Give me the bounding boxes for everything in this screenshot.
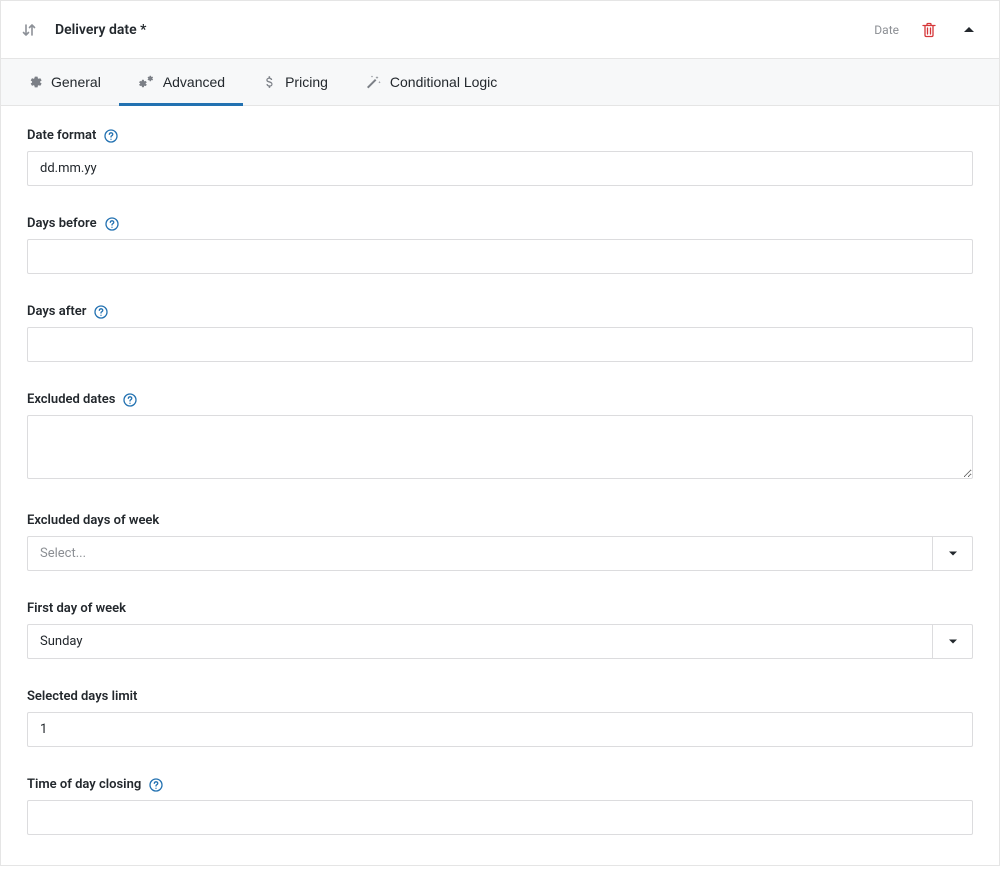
help-icon[interactable]: [94, 305, 108, 319]
field-label: Excluded dates: [27, 392, 115, 407]
field-label: First day of week: [27, 601, 126, 616]
field-label: Days before: [27, 216, 97, 231]
tab-label: General: [51, 74, 101, 90]
chevron-down-icon: [932, 537, 972, 570]
excluded-days-select[interactable]: Select...: [27, 536, 973, 571]
tab-conditional-logic[interactable]: Conditional Logic: [346, 59, 515, 105]
field-first-day-of-week: First day of week Sunday: [27, 601, 973, 659]
field-days-before: Days before: [27, 216, 973, 274]
excluded-dates-input[interactable]: [27, 415, 973, 479]
field-excluded-dates: Excluded dates: [27, 392, 973, 483]
field-time-of-day-closing: Time of day closing: [27, 777, 973, 835]
field-excluded-days-of-week: Excluded days of week Select...: [27, 513, 973, 571]
panel-content: Date format Days before Days after: [1, 106, 999, 865]
field-label: Time of day closing: [27, 777, 141, 792]
tab-advanced[interactable]: Advanced: [119, 59, 243, 105]
days-before-input[interactable]: [27, 239, 973, 274]
field-settings-panel: Delivery date * Date Gen: [0, 0, 1000, 866]
delete-button[interactable]: [917, 18, 941, 42]
field-title: Delivery date *: [55, 22, 146, 38]
tab-bar: General Advanced Pricing: [1, 58, 999, 106]
tab-pricing[interactable]: Pricing: [243, 59, 346, 105]
time-of-day-closing-input[interactable]: [27, 800, 973, 835]
field-days-after: Days after: [27, 304, 973, 362]
help-icon[interactable]: [104, 129, 118, 143]
days-after-input[interactable]: [27, 327, 973, 362]
help-icon[interactable]: [105, 217, 119, 231]
trash-icon: [921, 22, 937, 38]
date-format-input[interactable]: [27, 151, 973, 186]
collapse-button[interactable]: [955, 21, 979, 39]
select-value: Sunday: [28, 625, 932, 658]
field-label: Excluded days of week: [27, 513, 159, 528]
field-date-format: Date format: [27, 128, 973, 186]
panel-header: Delivery date * Date: [1, 0, 999, 58]
selected-days-limit-input[interactable]: [27, 712, 973, 747]
field-label: Selected days limit: [27, 689, 137, 704]
wand-icon: [364, 74, 382, 90]
sort-arrows-icon[interactable]: [21, 22, 37, 38]
tab-label: Pricing: [285, 74, 328, 90]
tab-label: Advanced: [163, 74, 225, 90]
tab-general[interactable]: General: [9, 59, 119, 105]
chevron-up-icon: [963, 25, 975, 35]
gears-icon: [137, 74, 155, 90]
field-label: Date format: [27, 128, 96, 143]
help-icon[interactable]: [149, 778, 163, 792]
first-day-select[interactable]: Sunday: [27, 624, 973, 659]
field-type-label: Date: [874, 23, 899, 37]
gear-icon: [27, 74, 43, 90]
select-placeholder: Select...: [28, 537, 932, 570]
chevron-down-icon: [932, 625, 972, 658]
field-selected-days-limit: Selected days limit: [27, 689, 973, 747]
tab-label: Conditional Logic: [390, 74, 497, 90]
field-label: Days after: [27, 304, 86, 319]
help-icon[interactable]: [123, 393, 137, 407]
dollar-icon: [261, 74, 277, 90]
